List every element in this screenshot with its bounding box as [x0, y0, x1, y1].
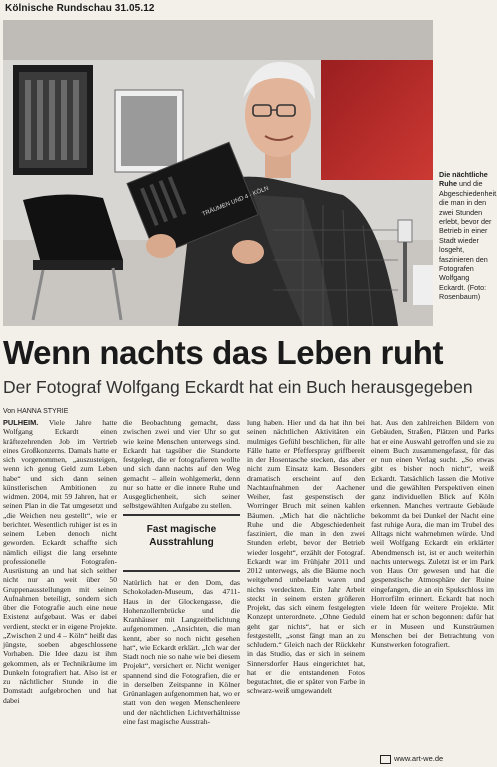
column-2-top-text: die Beobachtung gemacht, dass zwischen z… [123, 418, 240, 511]
column-2-bottom-text: Natürlich hat er den Dom, das Schokolade… [123, 578, 240, 726]
byline: Von HANNA STYRIE [3, 408, 69, 415]
website-text: www.art-we.de [394, 754, 444, 763]
newspaper-clipping: Kölnische Rundschau 31.05.12 TRÄUMEN UND… [0, 0, 497, 767]
section-rule-bottom [123, 570, 240, 572]
article-column-4: hat. Aus den zahlreichen Bildern von Geb… [371, 418, 494, 649]
dateline: PULHEIM. [3, 418, 39, 427]
column-3-text: lung haben. Hier und da hat ihn bei sein… [247, 418, 365, 696]
headline: Wenn nachts das Leben ruht [3, 334, 444, 371]
website-link[interactable]: www.art-we.de [380, 754, 443, 764]
article-column-1: PULHEIM. Viele Jahre hatte Wolfgang Ecka… [3, 418, 117, 705]
article-column-2-top: die Beobachtung gemacht, dass zwischen z… [123, 418, 240, 511]
subheadline: Der Fotograf Wolfgang Eckardt hat ein Bu… [3, 377, 473, 397]
photo-caption: Die nächtliche Ruhe und die Abgeschieden… [439, 170, 497, 302]
section-rule-top [123, 514, 240, 516]
section-heading: Fast magische Ausstrahlung [146, 524, 217, 548]
article-column-2-bottom: Natürlich hat er den Dom, das Schokolade… [123, 578, 240, 726]
masthead: Kölnische Rundschau 31.05.12 [5, 3, 155, 14]
section-heading-box: Fast magische Ausstrahlung [123, 512, 240, 576]
photo-illustration: TRÄUMEN UND 4 - KÖLN [3, 20, 433, 326]
web-icon [380, 754, 391, 764]
column-4-text: hat. Aus den zahlreichen Bildern von Geb… [371, 418, 494, 649]
article-column-3: lung haben. Hier und da hat ihn bei sein… [247, 418, 365, 696]
column-1-text: Viele Jahre hatte Wolfgang Eckardt einen… [3, 418, 117, 705]
article-photo: TRÄUMEN UND 4 - KÖLN [3, 20, 433, 326]
caption-text: und die Abgeschiedenheit, die man in den… [439, 179, 497, 302]
